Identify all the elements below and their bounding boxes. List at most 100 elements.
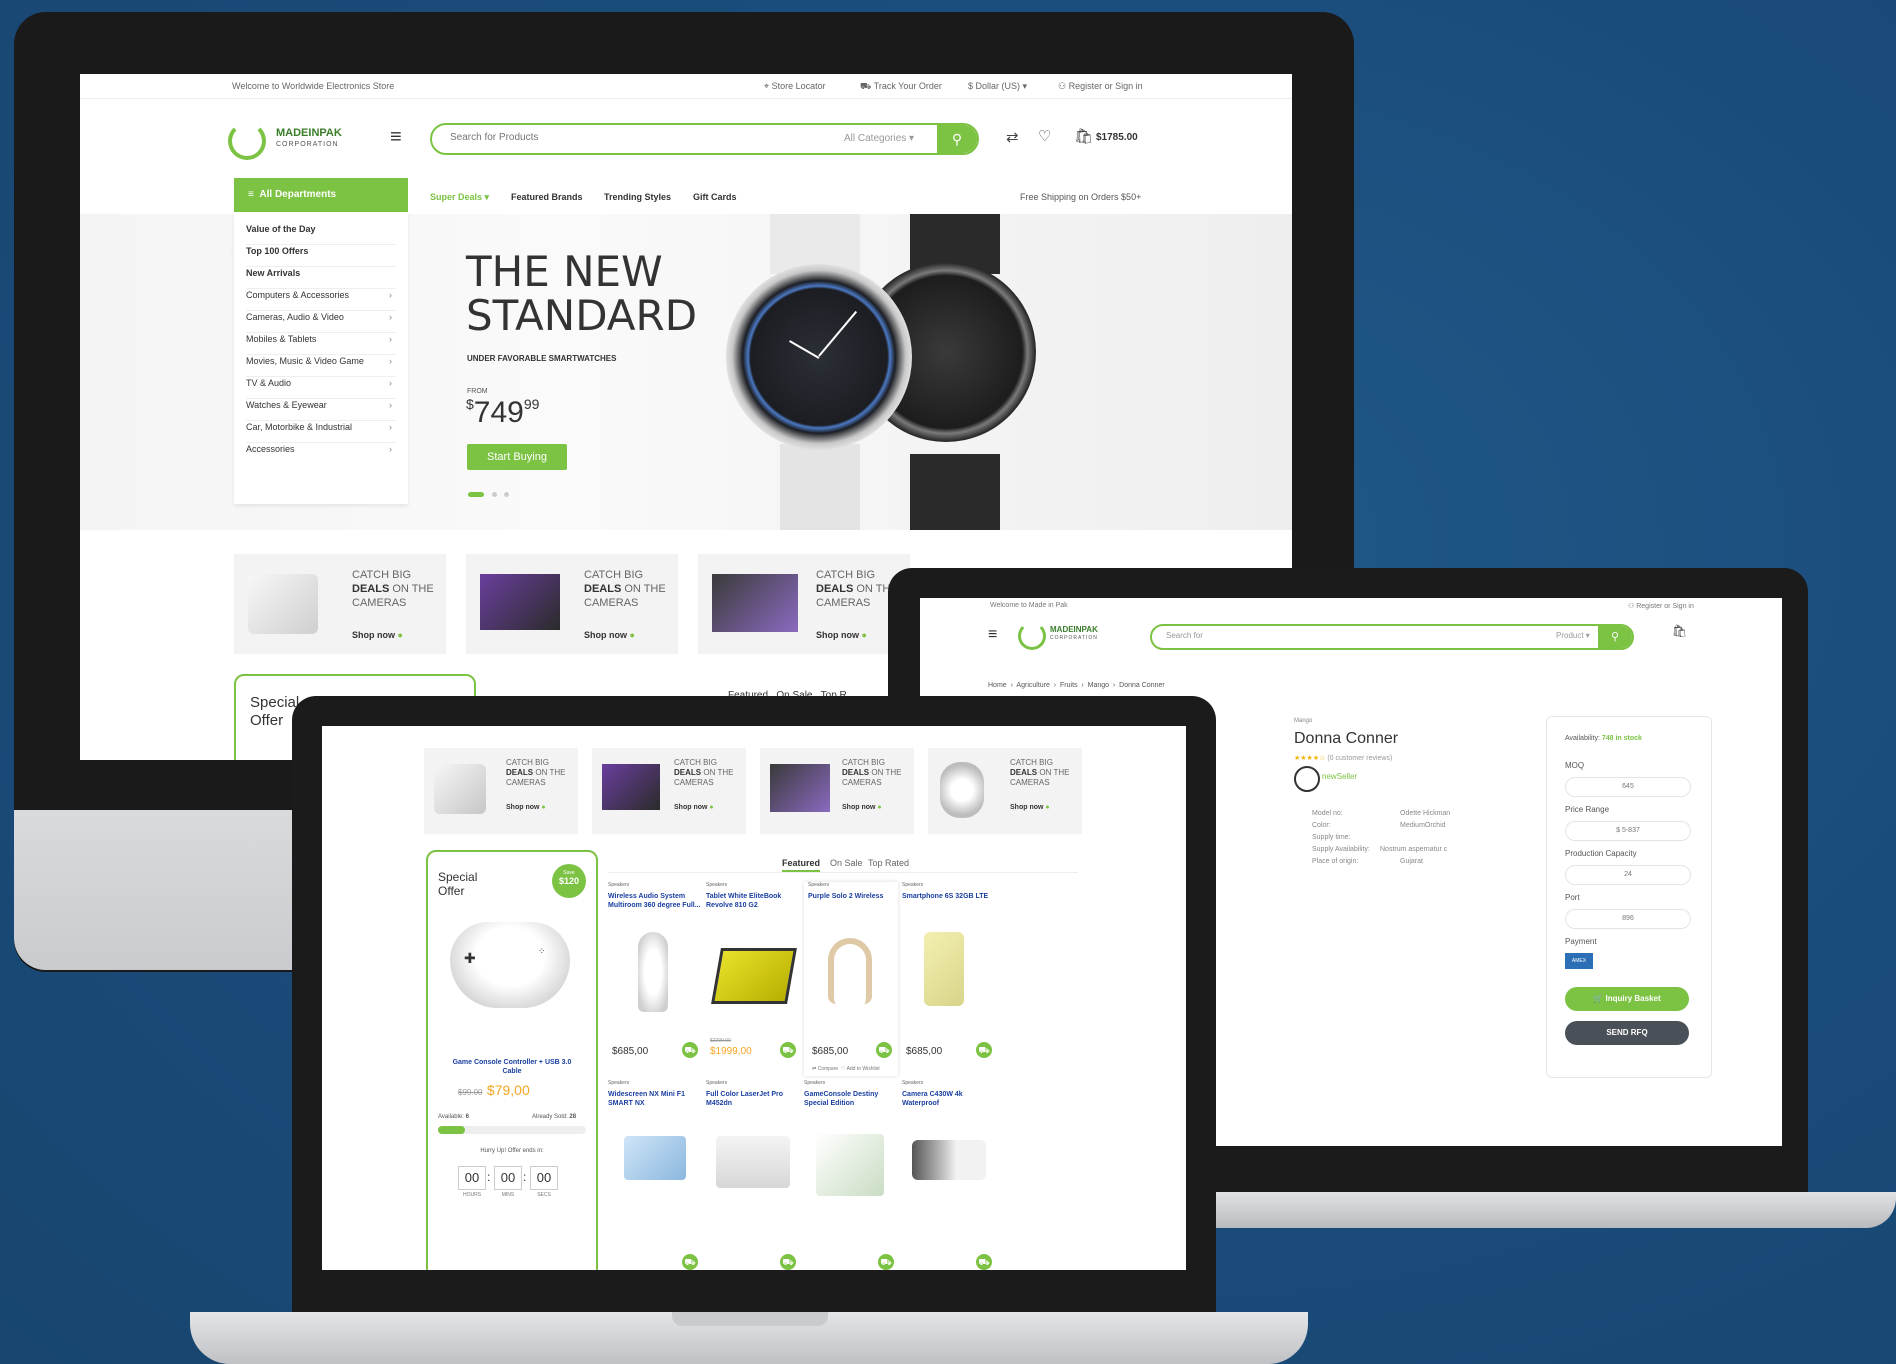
dept-value-of-day[interactable]: Value of the Day bbox=[246, 224, 396, 245]
breadcrumb-fruits[interactable]: Fruits bbox=[1060, 682, 1078, 689]
logo-icon[interactable] bbox=[1018, 622, 1046, 650]
shop-now-link[interactable]: Shop now ● bbox=[1010, 804, 1050, 811]
inquiry-basket-button[interactable]: 🛒 Inquiry Basket bbox=[1565, 987, 1689, 1011]
add-to-cart-icon[interactable]: ⛟ bbox=[876, 1042, 892, 1058]
product-card[interactable]: Speakers Full Color LaserJet Pro M452dn … bbox=[706, 1080, 800, 1270]
dept-car[interactable]: Car, Motorbike & Industrial › bbox=[246, 422, 396, 443]
camera-image bbox=[434, 764, 486, 814]
wishlist-link[interactable]: ♡ Add to Wishlist bbox=[841, 1066, 880, 1072]
tab-featured[interactable]: Featured bbox=[782, 858, 821, 872]
deal-card[interactable]: CATCH BIG DEALS ON THE CAMERAS Shop now ● bbox=[424, 748, 578, 834]
product-card[interactable]: Speakers Smartphone 6S 32GB LTE $685,00 … bbox=[902, 882, 996, 1062]
nav-trending-styles[interactable]: Trending Styles bbox=[604, 192, 671, 202]
spec-values: Odette Hickman MediumOrchid Nostrum aspe… bbox=[1380, 810, 1451, 865]
menu-icon[interactable]: ≡ bbox=[988, 626, 997, 644]
countdown-secs: 00 bbox=[530, 1166, 558, 1190]
breadcrumb-home[interactable]: Home bbox=[988, 682, 1007, 689]
price-range-field[interactable]: $ 5-837 bbox=[1565, 821, 1691, 841]
cart-icon[interactable]: 🛍 bbox=[1672, 624, 1687, 638]
desktop-topbar: Welcome to Worldwide Electronics Store ⌖… bbox=[80, 74, 1292, 99]
cart-icon[interactable]: 🛍 bbox=[1074, 127, 1093, 145]
logo-icon[interactable] bbox=[228, 122, 266, 160]
breadcrumb-agriculture[interactable]: Agriculture bbox=[1016, 682, 1049, 689]
deal-card[interactable]: CATCH BIG DEALS ON THE CAMERAS Shop now ● bbox=[592, 748, 746, 834]
breadcrumb-mango[interactable]: Mango bbox=[1088, 682, 1109, 689]
add-to-cart-icon[interactable]: ⛟ bbox=[878, 1254, 894, 1270]
dept-top-100[interactable]: Top 100 Offers bbox=[246, 246, 396, 267]
add-to-cart-icon[interactable]: ⛟ bbox=[780, 1042, 796, 1058]
shop-now-link[interactable]: Shop now ● bbox=[584, 630, 635, 640]
shop-now-link[interactable]: Shop now ● bbox=[506, 804, 546, 811]
moq-label: MOQ bbox=[1565, 761, 1585, 770]
store-locator-link[interactable]: ⌖ Store Locator bbox=[764, 81, 826, 92]
dept-computers[interactable]: Computers & Accessories › bbox=[246, 290, 396, 311]
tab-on-sale[interactable]: On Sale bbox=[830, 858, 863, 868]
seller-name[interactable]: newSeller bbox=[1322, 772, 1357, 781]
deal-card[interactable]: CATCH BIG DEALS ON THE CAMERAS Shop now ● bbox=[698, 554, 910, 654]
product-card[interactable]: Speakers Camera C430W 4k Waterproof ⛟ bbox=[902, 1080, 996, 1270]
category-select[interactable]: Product ▾ bbox=[1556, 631, 1590, 640]
dept-accessories[interactable]: Accessories › bbox=[246, 444, 396, 464]
add-to-cart-icon[interactable]: ⛟ bbox=[976, 1254, 992, 1270]
amex-card-icon[interactable]: AMEX bbox=[1565, 953, 1593, 969]
shop-now-link[interactable]: Shop now ● bbox=[842, 804, 882, 811]
all-departments-button[interactable]: ≡ All Departments bbox=[234, 178, 408, 212]
dept-tv[interactable]: TV & Audio › bbox=[246, 378, 396, 399]
register-link[interactable]: ⚇ Register or Sign in bbox=[1058, 81, 1143, 92]
product-card[interactable]: Speakers GameConsole Destiny Special Edi… bbox=[804, 1080, 898, 1270]
dept-cameras[interactable]: Cameras, Audio & Video › bbox=[246, 312, 396, 333]
nav-gift-cards[interactable]: Gift Cards bbox=[693, 192, 737, 202]
add-to-cart-icon[interactable]: ⛟ bbox=[976, 1042, 992, 1058]
slider-dot[interactable] bbox=[492, 492, 497, 497]
shop-now-link[interactable]: Shop now ● bbox=[352, 630, 403, 640]
deal-card[interactable]: CATCH BIG DEALS ON THE CAMERAS Shop now ● bbox=[466, 554, 678, 654]
product-card-hover[interactable]: Speakers Purple Solo 2 Wireless $685,00 … bbox=[804, 882, 898, 1076]
deal-card[interactable]: CATCH BIG DEALS ON THE CAMERAS Shop now ● bbox=[928, 748, 1082, 834]
spec-labels: Model no: Color: Supply time: Supply Ava… bbox=[1312, 810, 1370, 865]
slider-dot[interactable] bbox=[504, 492, 509, 497]
slider-dot-active[interactable] bbox=[468, 492, 484, 497]
hurry-text: Hurry Up! Offer ends in: bbox=[480, 1148, 544, 1154]
deal-card[interactable]: CATCH BIG DEALS ON THE CAMERAS Shop now ● bbox=[234, 554, 446, 654]
shop-now-link[interactable]: Shop now ● bbox=[674, 804, 714, 811]
compare-icon[interactable]: ⇄ bbox=[1006, 128, 1019, 146]
send-rfq-button[interactable]: SEND RFQ bbox=[1565, 1021, 1689, 1045]
capacity-field[interactable]: 24 bbox=[1565, 865, 1691, 885]
compare-link[interactable]: ⇄ Compare bbox=[812, 1066, 838, 1072]
product-card[interactable]: Speakers Wireless Audio System Multiroom… bbox=[608, 882, 702, 1062]
seller-avatar[interactable] bbox=[1294, 766, 1320, 792]
product-category: Mango bbox=[1294, 718, 1313, 724]
search-input[interactable] bbox=[448, 131, 752, 144]
dept-mobiles[interactable]: Mobiles & Tablets › bbox=[246, 334, 396, 355]
tab-top-rated[interactable]: Top Rated bbox=[868, 858, 909, 868]
special-price: $99.00 $79,00 bbox=[458, 1082, 530, 1098]
add-to-cart-icon[interactable]: ⛟ bbox=[682, 1254, 698, 1270]
shop-now-link[interactable]: Shop now ● bbox=[816, 630, 867, 640]
special-product-name[interactable]: Game Console Controller + USB 3.0 Cable bbox=[448, 1058, 576, 1076]
currency-select[interactable]: $ Dollar (US) ▾ bbox=[968, 81, 1027, 92]
menu-icon[interactable]: ≡ bbox=[390, 126, 402, 149]
start-buying-button[interactable]: Start Buying bbox=[467, 444, 567, 470]
dept-watches[interactable]: Watches & Eyewear › bbox=[246, 400, 396, 421]
track-order-link[interactable]: ⛟ Track Your Order bbox=[860, 81, 942, 93]
category-select[interactable]: All Categories ▾ bbox=[844, 133, 914, 144]
product-card[interactable]: Speakers Tablet White EliteBook Revolve … bbox=[706, 882, 800, 1062]
port-field[interactable]: 896 bbox=[1565, 909, 1691, 929]
wishlist-icon[interactable]: ♡ bbox=[1038, 127, 1051, 145]
nav-featured-brands[interactable]: Featured Brands bbox=[511, 192, 583, 202]
stock-progress-fill bbox=[438, 1126, 465, 1134]
search-bar: All Categories ▾ ⚲ bbox=[430, 123, 979, 155]
dept-movies[interactable]: Movies, Music & Video Game › bbox=[246, 356, 396, 377]
deal-card[interactable]: CATCH BIG DEALS ON THE CAMERAS Shop now ● bbox=[760, 748, 914, 834]
moq-field[interactable]: 645 bbox=[1565, 777, 1691, 797]
product-card[interactable]: Speakers Widescreen NX Mini F1 SMART NX … bbox=[608, 1080, 702, 1270]
register-link[interactable]: ⚇ Register or Sign in bbox=[1628, 602, 1694, 610]
add-to-cart-icon[interactable]: ⛟ bbox=[682, 1042, 698, 1058]
add-to-cart-icon[interactable]: ⛟ bbox=[780, 1254, 796, 1270]
nav-super-deals[interactable]: Super Deals ▾ bbox=[430, 192, 489, 203]
search-input[interactable]: Search for bbox=[1166, 631, 1203, 640]
breadcrumb-current: Donna Conner bbox=[1119, 682, 1165, 689]
dept-new-arrivals[interactable]: New Arrivals bbox=[246, 268, 396, 289]
search-button[interactable]: ⚲ bbox=[1598, 626, 1632, 648]
search-button[interactable]: ⚲ bbox=[937, 125, 977, 153]
